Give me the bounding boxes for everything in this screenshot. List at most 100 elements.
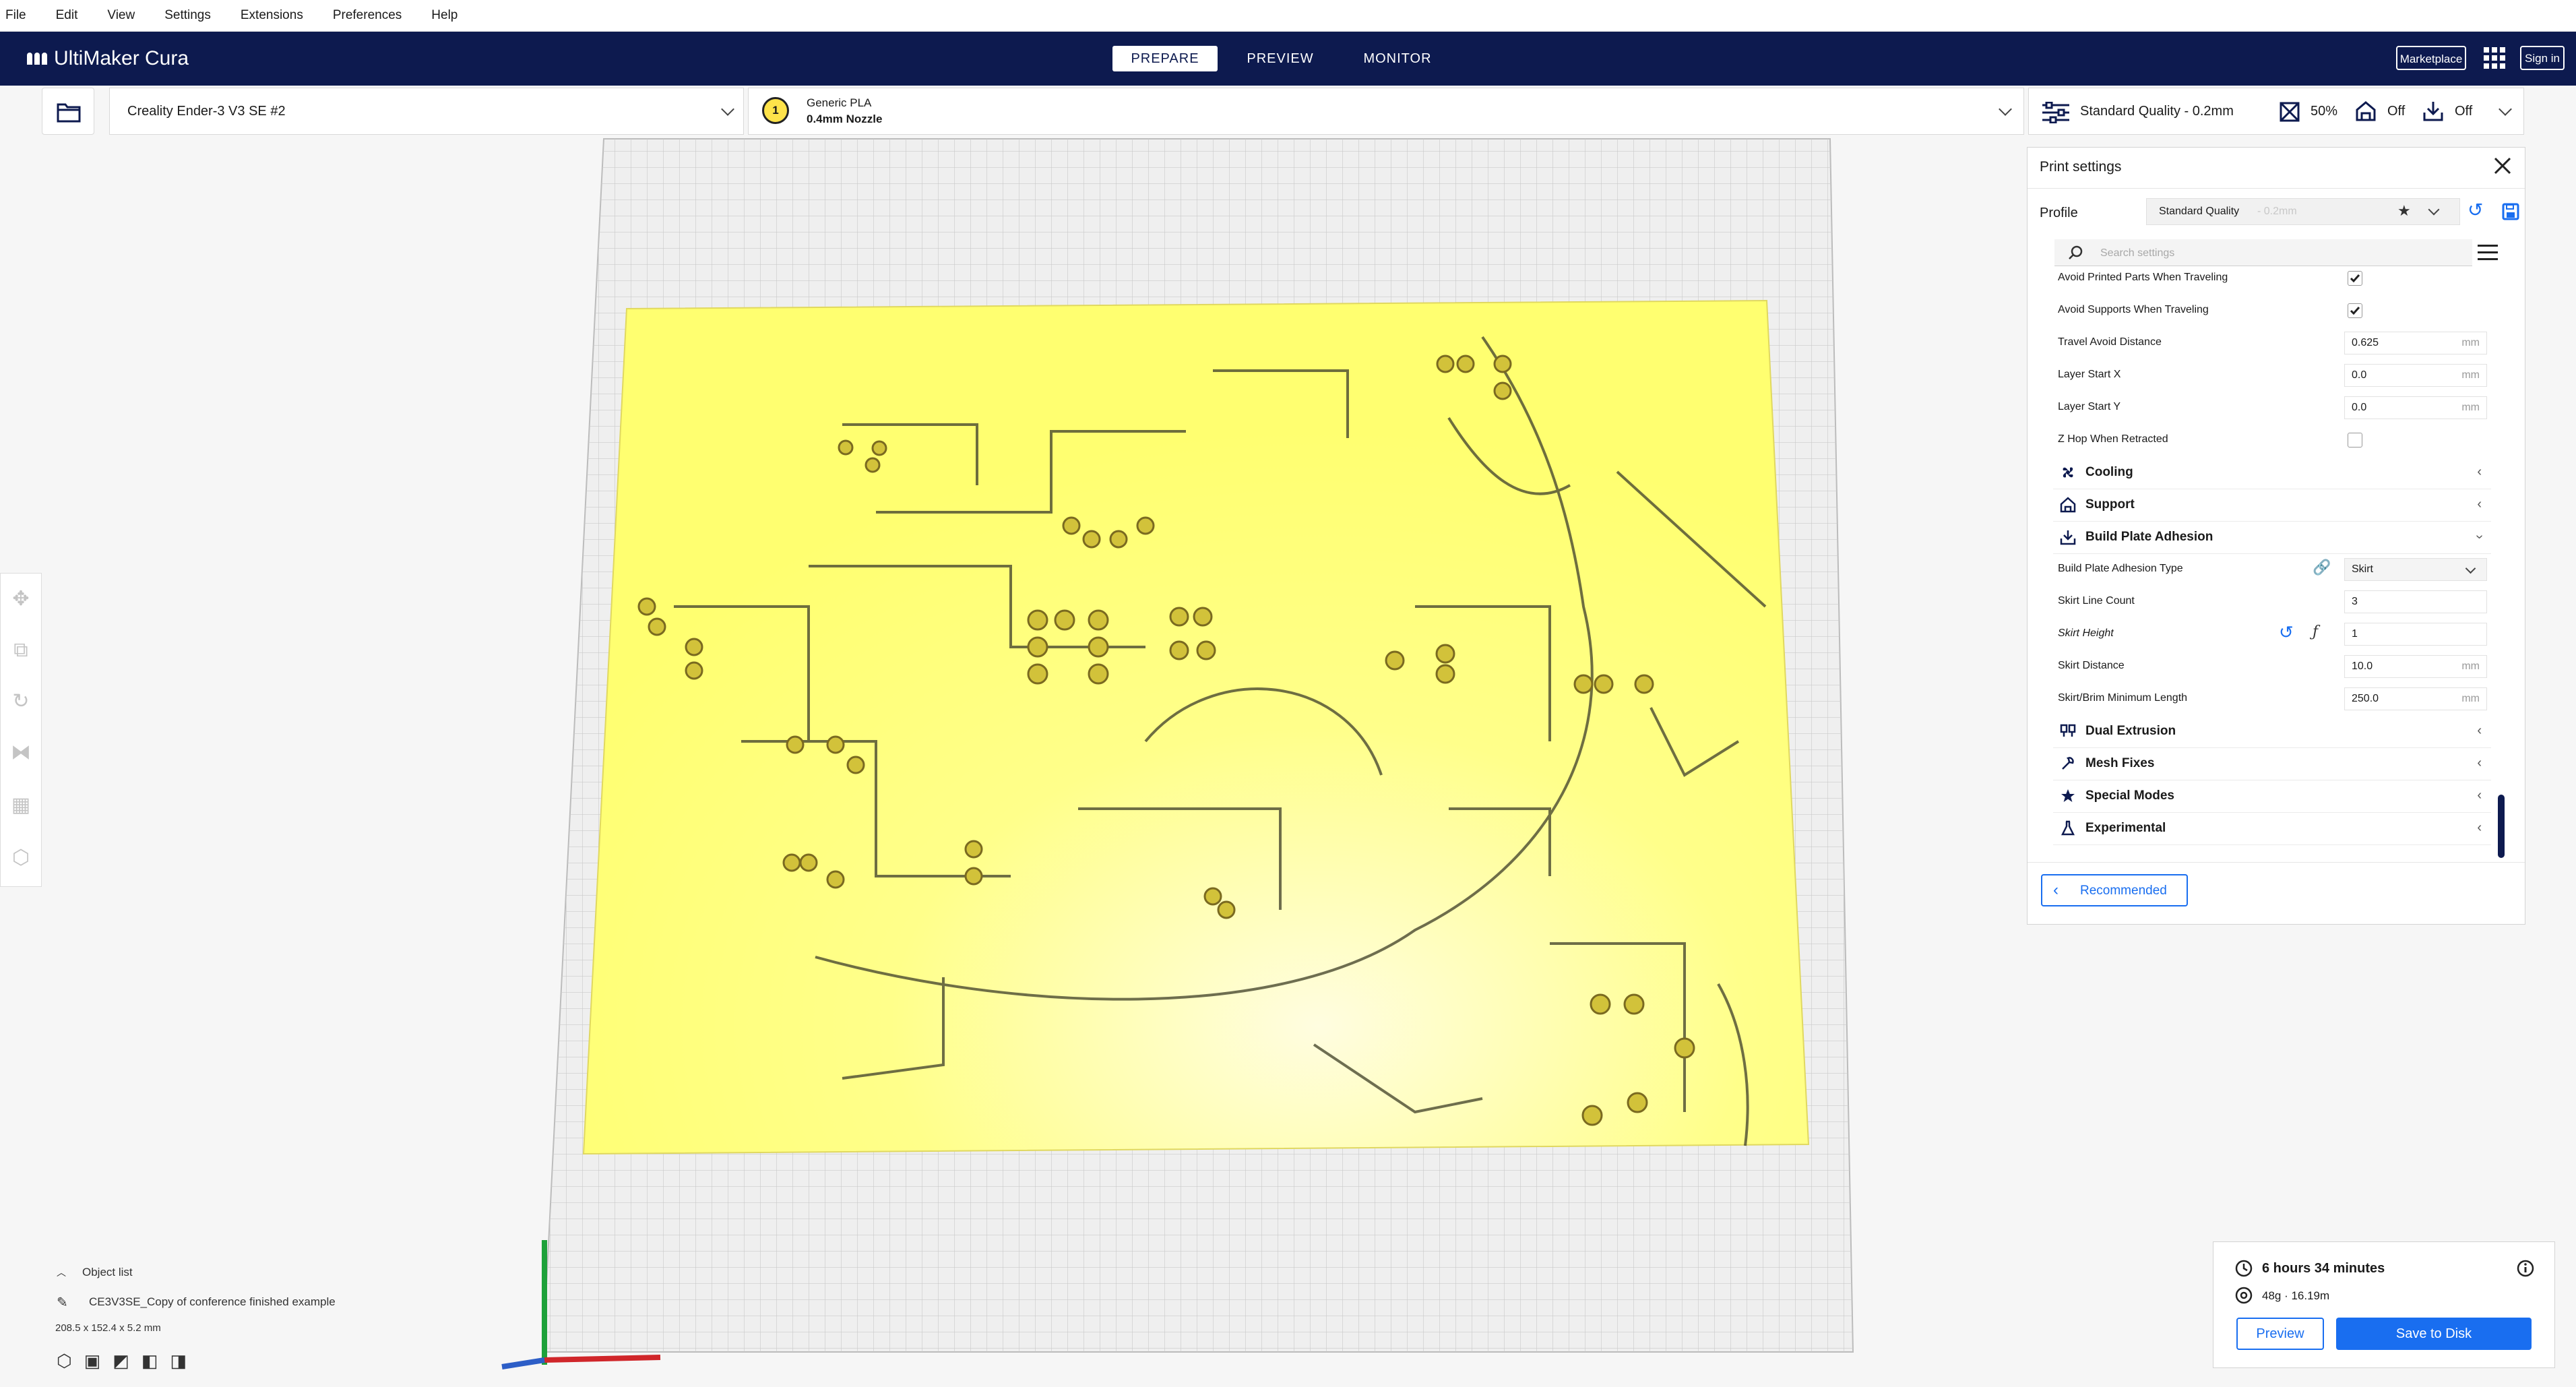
category-mesh-fixes[interactable]: Mesh Fixes ‹ — [2053, 747, 2491, 780]
save-profile-icon[interactable] — [2502, 203, 2519, 220]
skirt-min-length-input[interactable]: 250.0 mm — [2344, 687, 2487, 710]
chevron-left-icon: ‹ — [2477, 788, 2482, 803]
printer-selector[interactable]: Creality Ender-3 V3 SE #2 — [109, 88, 744, 135]
search-placeholder: Search settings — [2100, 247, 2175, 259]
left-toolbar: ✥ ⧉ ↻ ⧓ ▦ ⬡ — [0, 573, 42, 887]
category-cooling[interactable]: Cooling ‹ — [2053, 456, 2491, 489]
adhesion-icon — [2423, 102, 2443, 121]
material-selector[interactable]: 1 Generic PLA 0.4mm Nozzle — [748, 88, 2024, 135]
print-settings-panel: Print settings Profile Standard Quality … — [2027, 147, 2525, 925]
y-axis — [501, 1357, 545, 1369]
menu-extensions[interactable]: Extensions — [241, 8, 303, 23]
layer-start-y-input[interactable]: 0.0 mm — [2344, 396, 2487, 419]
reset-setting-icon[interactable]: ↺ — [2279, 622, 2294, 643]
skirt-line-count-input[interactable]: 3 — [2344, 590, 2487, 613]
spool-icon — [2235, 1287, 2253, 1304]
setting-row-avoid-printed-parts: Avoid Printed Parts When Traveling — [2058, 262, 2489, 295]
view-left-icon[interactable]: ◧ — [142, 1351, 158, 1371]
profile-label: Profile — [2040, 206, 2078, 220]
view-top-icon[interactable]: ◩ — [113, 1351, 129, 1371]
scale-tool-icon[interactable]: ⧉ — [9, 638, 33, 662]
chevron-left-icon: ‹ — [2477, 820, 2482, 835]
sign-in-button[interactable]: Sign in — [2520, 46, 2565, 70]
per-model-settings-icon[interactable]: ▦ — [9, 793, 33, 818]
travel-avoid-distance-input[interactable]: 0.625 mm — [2344, 332, 2487, 355]
chevron-up-icon[interactable]: ︿ — [57, 1266, 66, 1279]
function-icon[interactable]: ƒ — [2313, 623, 2318, 640]
setting-row-skirt-distance: Skirt Distance 10.0 mm — [2058, 650, 2489, 683]
view-right-icon[interactable]: ◨ — [170, 1351, 187, 1371]
move-tool-icon[interactable]: ✥ — [9, 587, 33, 611]
support-icon — [2060, 497, 2076, 513]
category-special-modes[interactable]: Special Modes ‹ — [2053, 780, 2491, 813]
fan-icon — [2063, 467, 2073, 478]
object-list: ︿ Object list ✎ CE3V3SE_Copy of conferen… — [40, 1258, 377, 1379]
category-build-plate-adhesion[interactable]: Build Plate Adhesion ‹ — [2053, 521, 2491, 554]
marketplace-button[interactable]: Marketplace — [2396, 46, 2466, 70]
support-blocker-icon[interactable]: ⬡ — [9, 846, 33, 870]
object-list-title[interactable]: Object list — [82, 1266, 133, 1279]
print-settings-bar[interactable]: Standard Quality - 0.2mm 50% Off Off — [2028, 88, 2524, 135]
settings-scrollbar[interactable] — [2498, 795, 2505, 858]
apps-grid-icon[interactable] — [2484, 47, 2505, 69]
z-hop-checkbox[interactable] — [2348, 433, 2362, 448]
support-value: Off — [2387, 104, 2406, 119]
star-icon[interactable]: ★ — [2397, 202, 2411, 220]
printer-name: Creality Ender-3 V3 SE #2 — [127, 104, 286, 119]
setting-row-layer-start-x: Layer Start X 0.0 mm — [2058, 359, 2489, 392]
settings-menu-icon[interactable] — [2478, 245, 2498, 261]
menu-settings[interactable]: Settings — [164, 8, 211, 23]
view-front-icon[interactable]: ▣ — [84, 1351, 101, 1371]
recommended-button[interactable]: ‹ Recommended — [2041, 874, 2188, 906]
setting-row-avoid-supports: Avoid Supports When Traveling — [2058, 295, 2489, 327]
link-icon[interactable]: 🔗 — [2313, 559, 2331, 576]
info-icon[interactable] — [2517, 1260, 2534, 1277]
profile-selector[interactable]: Standard Quality - 0.2mm ★ — [2146, 198, 2460, 225]
category-support[interactable]: Support ‹ — [2053, 489, 2491, 522]
skirt-height-input[interactable]: 1 — [2344, 623, 2487, 646]
checkmark-icon — [2350, 307, 2360, 315]
menu-view[interactable]: View — [107, 8, 135, 23]
material-usage: 48g · 16.19m — [2262, 1289, 2330, 1302]
open-file-button[interactable] — [42, 88, 94, 135]
menu-bar: File Edit View Settings Extensions Prefe… — [0, 0, 2576, 32]
menu-help[interactable]: Help — [431, 8, 458, 23]
material-name: Generic PLA — [807, 96, 872, 109]
app-logo: UltiMaker Cura — [27, 45, 189, 72]
support-icon — [2356, 101, 2376, 121]
layer-start-x-input[interactable]: 0.0 mm — [2344, 364, 2487, 387]
avoid-supports-checkbox[interactable] — [2348, 303, 2362, 318]
pencil-icon[interactable]: ✎ — [57, 1294, 68, 1311]
category-experimental[interactable]: Experimental ‹ — [2053, 812, 2491, 845]
object-dimensions: 208.5 x 152.4 x 5.2 mm — [55, 1322, 161, 1334]
extruder-badge-icon: 1 — [762, 97, 789, 124]
profile-value: Standard Quality — [2159, 206, 2240, 217]
skirt-distance-input[interactable]: 10.0 mm — [2344, 655, 2487, 678]
sliders-icon — [2042, 102, 2069, 123]
view-3d-icon[interactable]: ⬡ — [57, 1351, 72, 1371]
chevron-down-icon — [2428, 204, 2440, 216]
close-icon[interactable] — [2491, 154, 2514, 177]
preview-button[interactable]: Preview — [2236, 1318, 2324, 1350]
save-to-disk-button[interactable]: Save to Disk — [2336, 1318, 2532, 1350]
infill-value: 50% — [2311, 104, 2338, 119]
object-name: CE3V3SE_Copy of conference finished exam… — [89, 1295, 336, 1308]
mirror-tool-icon[interactable]: ⧓ — [9, 741, 33, 765]
menu-preferences[interactable]: Preferences — [333, 8, 402, 23]
tab-preview[interactable]: PREVIEW — [1230, 46, 1330, 71]
tab-monitor[interactable]: MONITOR — [1345, 46, 1450, 71]
tab-prepare[interactable]: PREPARE — [1112, 46, 1218, 71]
adhesion-type-select[interactable]: Skirt — [2344, 558, 2487, 581]
menu-file[interactable]: File — [5, 8, 26, 23]
rotate-tool-icon[interactable]: ↻ — [9, 689, 33, 714]
chevron-down-icon — [1999, 102, 2012, 116]
chevron-left-icon: ‹ — [2477, 756, 2482, 770]
reset-profile-icon[interactable]: ↺ — [2468, 199, 2483, 221]
action-panel: 6 hours 34 minutes 48g · 16.19m Preview … — [2213, 1241, 2555, 1368]
menu-edit[interactable]: Edit — [56, 8, 78, 23]
chevron-down-icon — [721, 102, 734, 116]
category-dual-extrusion[interactable]: Dual Extrusion ‹ — [2053, 715, 2491, 748]
setting-row-layer-start-y: Layer Start Y 0.0 mm — [2058, 392, 2489, 424]
avoid-printed-parts-checkbox[interactable] — [2348, 271, 2362, 286]
clock-icon — [2235, 1260, 2253, 1277]
